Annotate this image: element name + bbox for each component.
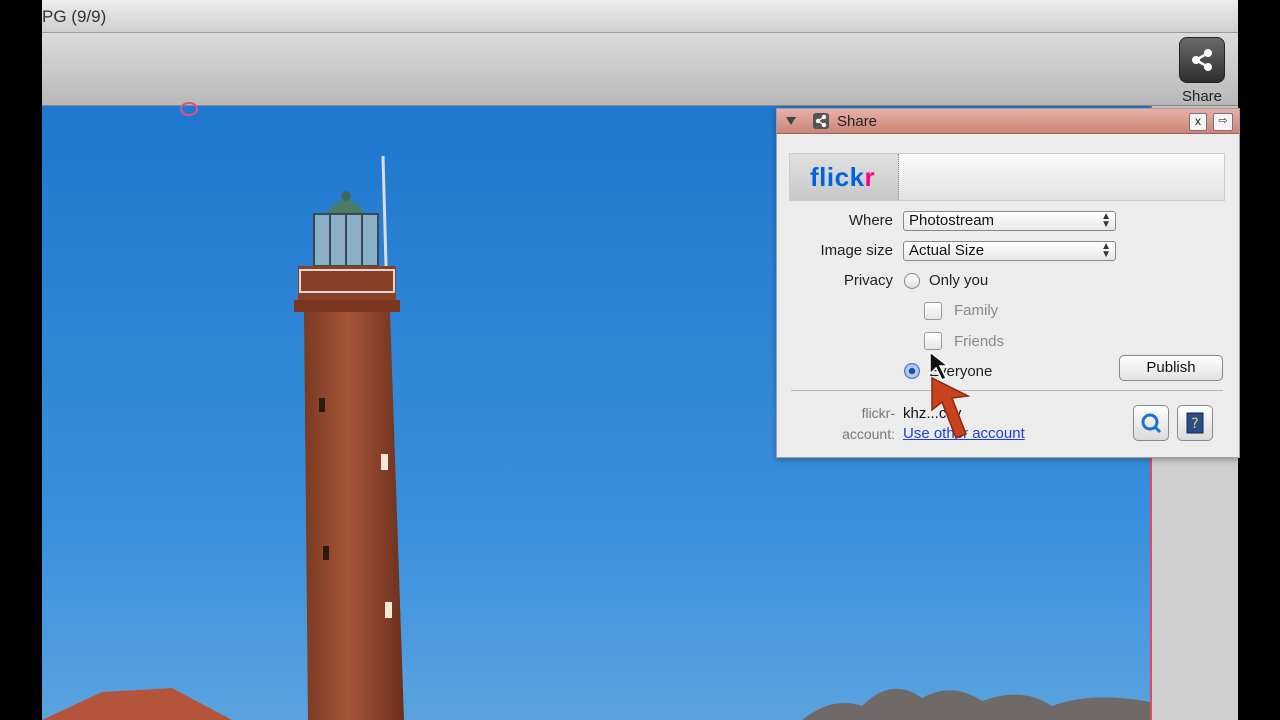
account-label-line2: account: [842,426,895,442]
close-button[interactable]: x [1189,113,1207,131]
service-bar: flickr [789,153,1225,201]
disclosure-triangle-icon[interactable] [786,117,796,125]
window-title: PG (9/9) [42,7,107,26]
image-size-select[interactable]: Actual Size ▲ ▼ [903,241,1116,261]
divider [791,390,1223,391]
share-panel: Share x ⇨ flickr Where Photostream ▲ ▼ Im… [776,108,1240,458]
share-panel-header[interactable]: Share x ⇨ [777,109,1239,134]
privacy-only-you-label: Only you [929,272,989,289]
privacy-family-label: Family [954,302,999,319]
service-tab-flickr[interactable]: flickr [790,154,899,200]
image-size-label: Image size [820,242,893,259]
title-bar: PG (9/9) [42,0,1238,33]
where-select[interactable]: Photostream ▲ ▼ [903,211,1116,231]
privacy-only-you-radio[interactable] [904,273,920,289]
publish-button[interactable]: Publish [1119,355,1223,381]
flickr-logo: flickr [810,162,876,192]
privacy-label: Privacy [843,272,893,289]
account-label-line1: flickr- [861,405,895,421]
search-button[interactable] [1133,405,1169,441]
cursor-arrow-icon [926,348,986,449]
share-icon[interactable] [1179,37,1225,83]
share-toolbar-button[interactable]: Share [1174,37,1230,105]
select-arrows-icon: ▲ ▼ [1101,211,1111,230]
toolbar: Share [42,33,1238,106]
share-icon [813,113,829,129]
privacy-everyone-radio[interactable] [904,363,920,379]
marker-icon [180,102,198,116]
help-button[interactable]: ? [1177,405,1213,441]
where-label: Where [848,212,893,229]
svg-text:?: ? [1191,416,1198,432]
privacy-family-checkbox[interactable] [924,302,942,320]
share-toolbar-label: Share [1181,88,1223,105]
image-size-value: Actual Size [909,242,985,259]
share-panel-title: Share [837,113,878,130]
where-value: Photostream [909,212,995,229]
select-arrows-icon: ▲ ▼ [1101,241,1111,260]
search-icon [1141,413,1162,434]
detach-icon[interactable]: ⇨ [1213,113,1233,131]
help-icon: ? [1186,412,1204,434]
